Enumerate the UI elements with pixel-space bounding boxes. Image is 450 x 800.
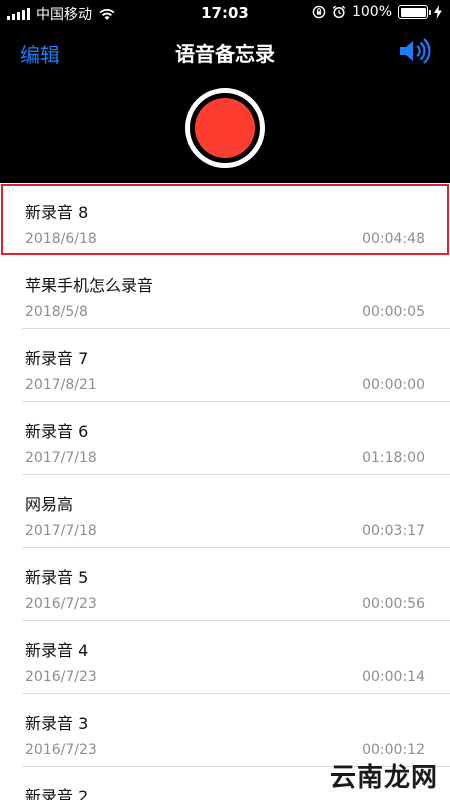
list-item[interactable]: 新录音 7 2017/8/21 00:00:00	[0, 329, 450, 402]
recording-name: 苹果手机怎么录音	[25, 276, 154, 295]
recording-date: 2017/8/21	[25, 377, 97, 393]
recording-duration: 00:00:12	[362, 742, 425, 758]
list-item[interactable]: 新录音 6 2017/7/18 01:18:00	[0, 402, 450, 475]
record-dot	[195, 98, 255, 158]
list-item[interactable]: 网易高 2017/7/18 00:03:17	[0, 475, 450, 548]
status-bar: 中国移动 17:03 100%	[0, 0, 450, 26]
recording-name: 网易高	[25, 495, 74, 514]
recording-duration: 00:00:14	[362, 669, 425, 685]
recordings-list: 新录音 8 2018/6/18 00:04:48 苹果手机怎么录音 2018/5…	[0, 183, 450, 800]
list-item[interactable]: 新录音 8 2018/6/18 00:04:48	[0, 183, 450, 256]
recording-name: 新录音 4	[25, 641, 89, 660]
page-title: 语音备忘录	[175, 42, 275, 66]
recording-name: 新录音 5	[25, 568, 89, 587]
recording-date: 2016/7/23	[25, 742, 97, 758]
recording-date: 2016/7/23	[25, 596, 97, 612]
record-button[interactable]	[185, 88, 265, 168]
status-right: 100%	[312, 4, 442, 20]
recording-duration: 00:03:17	[362, 523, 425, 539]
alarm-icon	[332, 5, 346, 19]
battery-icon	[398, 5, 431, 19]
recording-date: 2016/7/23	[25, 669, 97, 685]
edit-button[interactable]: 编辑	[20, 39, 60, 68]
list-item[interactable]: 新录音 5 2016/7/23 00:00:56	[0, 548, 450, 621]
recording-duration: 00:04:48	[362, 231, 425, 247]
recording-name: 新录音 3	[25, 714, 89, 733]
charging-icon	[434, 5, 442, 19]
orientation-lock-icon	[312, 5, 326, 19]
recording-duration: 01:18:00	[362, 450, 425, 466]
list-item[interactable]: 新录音 4 2016/7/23 00:00:14	[0, 621, 450, 694]
recording-name: 新录音 2	[25, 787, 89, 800]
battery-percent: 100%	[351, 4, 392, 20]
watermark-logo: 云南龙网	[329, 763, 438, 793]
recording-duration: 00:00:56	[362, 596, 425, 612]
recording-duration: 00:00:05	[362, 304, 425, 320]
recording-name: 新录音 7	[25, 349, 89, 368]
recording-name: 新录音 6	[25, 422, 89, 441]
recording-date: 2017/7/18	[25, 523, 97, 539]
recording-duration: 00:00:00	[362, 377, 425, 393]
speaker-icon[interactable]	[398, 37, 432, 65]
list-item[interactable]: 苹果手机怎么录音 2018/5/8 00:00:05	[0, 256, 450, 329]
header-area: 中国移动 17:03 100% 编辑 语音备忘录	[0, 0, 450, 183]
recording-name: 新录音 8	[25, 203, 89, 222]
recording-date: 2018/6/18	[25, 231, 97, 247]
recording-date: 2018/5/8	[25, 304, 88, 320]
recording-date: 2017/7/18	[25, 450, 97, 466]
